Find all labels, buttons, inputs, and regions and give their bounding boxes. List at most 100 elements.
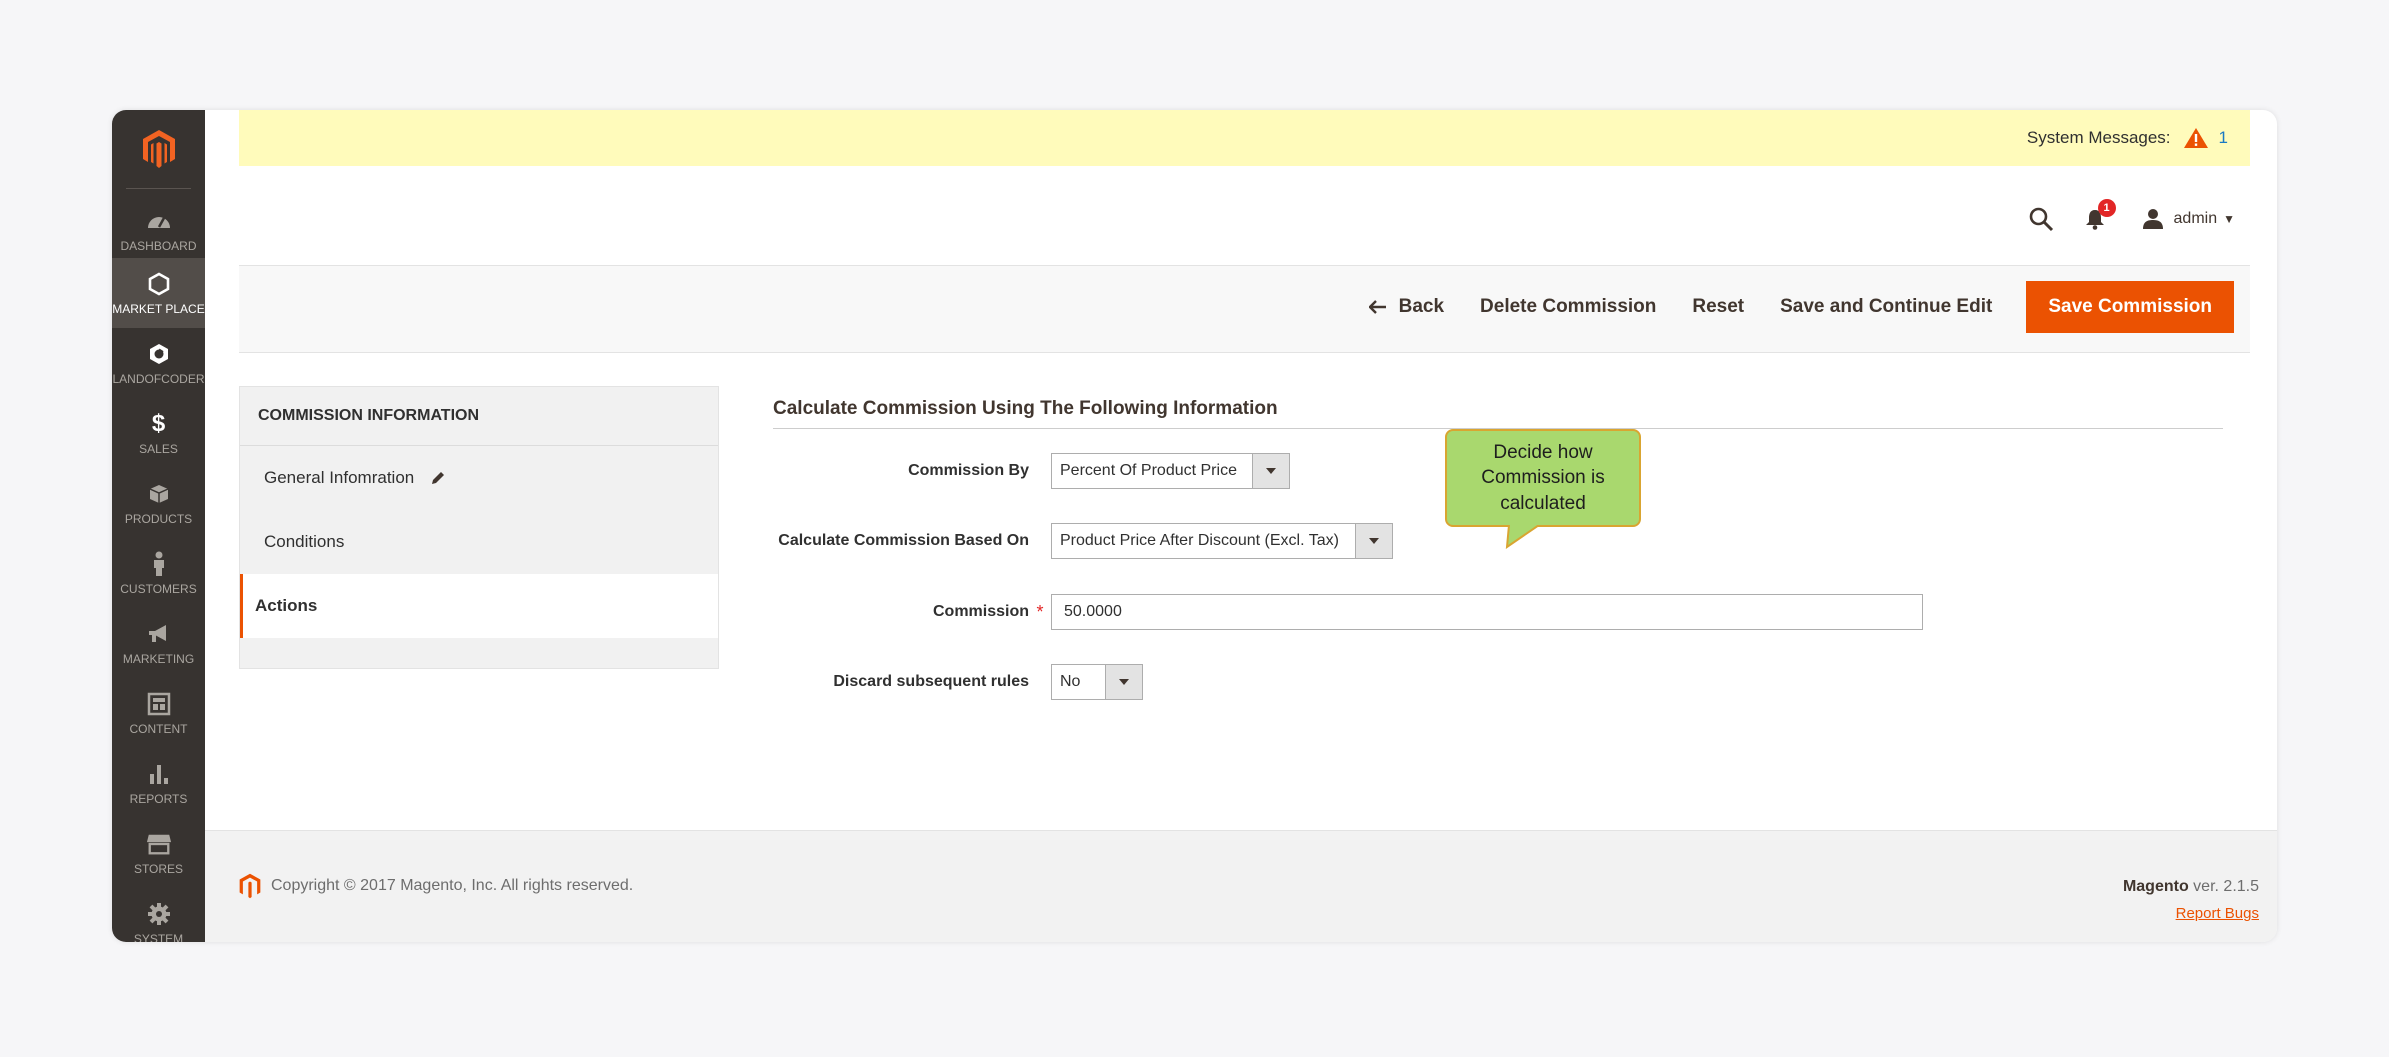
page-actions: Back Delete Commission Reset Save and Co…	[1351, 281, 2234, 333]
select-value: Percent Of Product Price	[1060, 462, 1237, 479]
tab-general-information[interactable]: General Infomration	[240, 446, 718, 510]
magento-logo[interactable]	[112, 110, 205, 188]
main-content: System Messages: 1 1 admin ▼ Back Delete…	[205, 110, 2277, 942]
report-bugs-link[interactable]: Report Bugs	[2176, 905, 2259, 922]
page-actions-bar: Back Delete Commission Reset Save and Co…	[239, 265, 2250, 353]
magento-footer-logo-icon	[239, 873, 261, 899]
callout-text: Decide how Commission is calculated	[1481, 441, 1605, 514]
tab-conditions[interactable]: Conditions	[240, 510, 718, 574]
bar-chart-icon	[146, 761, 172, 787]
sidebar-item-label: REPORTS	[129, 791, 188, 806]
commission-tabs: COMMISSION INFORMATION General Infomrati…	[239, 386, 719, 669]
select-value: Product Price After Discount (Excl. Tax)	[1060, 532, 1339, 549]
based-on-label: Calculate Commission Based On	[778, 532, 1029, 549]
sidebar-item-marketing[interactable]: MARKETING	[112, 608, 205, 678]
search-icon[interactable]	[2028, 206, 2054, 232]
header-tools: 1 admin ▼	[2028, 199, 2235, 236]
sidebar-item-label: CUSTOMERS	[120, 581, 197, 596]
commission-by-row: Commission By Percent Of Product Price	[773, 452, 1290, 490]
landofcoder-icon	[146, 341, 172, 367]
sidebar-item-dashboard[interactable]: DASHBOARD	[112, 195, 205, 265]
back-label: Back	[1398, 296, 1445, 317]
annotation-callout: Decide how Commission is calculated	[1445, 429, 1641, 527]
discard-rules-select[interactable]: No	[1051, 664, 1143, 700]
gear-icon	[146, 901, 172, 927]
sidebar-item-customers[interactable]: CUSTOMERS	[112, 538, 205, 608]
chevron-down-icon	[1355, 524, 1392, 558]
tab-label: Conditions	[264, 532, 345, 551]
sidebar-item-system[interactable]: SYSTEM	[112, 888, 205, 942]
commission-row: Commission *	[773, 593, 1923, 631]
discard-rules-row: Discard subsequent rules No	[773, 663, 1143, 701]
pencil-icon	[430, 470, 446, 486]
chevron-down-icon: ▼	[2223, 212, 2235, 226]
page-footer: Copyright © 2017 Magento, Inc. All right…	[205, 830, 2277, 942]
required-asterisk: *	[1036, 601, 1044, 622]
system-messages-bar[interactable]: System Messages: 1	[239, 110, 2250, 166]
commission-actions-form: Calculate Commission Using The Following…	[773, 380, 2223, 700]
sidebar-item-label: PRODUCTS	[124, 511, 193, 526]
sidebar-item-label: LANDOFCODER	[112, 371, 205, 386]
notification-badge: 1	[2097, 199, 2116, 217]
version-text: ver. 2.1.5	[2188, 878, 2259, 895]
notifications-button[interactable]: 1	[2084, 199, 2116, 230]
dashboard-icon	[146, 208, 172, 234]
sidebar-divider	[126, 188, 191, 189]
save-continue-button[interactable]: Save and Continue Edit	[1762, 281, 2010, 333]
fieldset-title: Calculate Commission Using The Following…	[773, 380, 2223, 429]
sidebar-item-products[interactable]: PRODUCTS	[112, 468, 205, 538]
system-messages-label: System Messages:	[2026, 128, 2171, 147]
based-on-row: Calculate Commission Based On Product Pr…	[773, 522, 1393, 560]
admin-user-menu[interactable]: admin ▼	[2142, 208, 2235, 230]
back-button[interactable]: Back	[1351, 281, 1462, 333]
chevron-down-icon	[1252, 454, 1289, 488]
copyright: Copyright © 2017 Magento, Inc. All right…	[239, 873, 633, 899]
sidebar: DASHBOARD MARKET PLACE LANDOFCODER $ SAL…	[112, 110, 205, 942]
sidebar-item-label: CONTENT	[129, 721, 188, 736]
discard-rules-label: Discard subsequent rules	[833, 673, 1029, 690]
admin-window: DASHBOARD MARKET PLACE LANDOFCODER $ SAL…	[112, 110, 2277, 942]
sidebar-item-label: MARKETING	[122, 651, 195, 666]
tabs-title: COMMISSION INFORMATION	[240, 387, 718, 446]
sidebar-item-label: STORES	[133, 861, 184, 876]
layout-icon	[146, 691, 172, 717]
select-value: No	[1060, 673, 1081, 690]
sidebar-item-sales[interactable]: $ SALES	[112, 398, 205, 468]
sidebar-item-label: DASHBOARD	[120, 238, 197, 253]
warning-icon	[2183, 127, 2209, 149]
sidebar-item-reports[interactable]: REPORTS	[112, 748, 205, 818]
based-on-select[interactable]: Product Price After Discount (Excl. Tax)	[1051, 523, 1393, 559]
sidebar-item-label: SYSTEM	[133, 931, 184, 943]
commission-input[interactable]	[1051, 594, 1923, 630]
delete-commission-button[interactable]: Delete Commission	[1462, 281, 1674, 333]
tab-actions[interactable]: Actions	[240, 574, 718, 638]
chevron-down-icon	[1105, 665, 1142, 699]
commission-by-select[interactable]: Percent Of Product Price	[1051, 453, 1290, 489]
brand-name: Magento	[2122, 878, 2189, 895]
tab-label: General Infomration	[264, 468, 415, 487]
sidebar-item-stores[interactable]: STORES	[112, 818, 205, 888]
reset-button[interactable]: Reset	[1674, 281, 1762, 333]
storefront-icon	[146, 831, 172, 857]
person-icon	[146, 551, 172, 577]
save-commission-button[interactable]: Save Commission	[2026, 281, 2234, 333]
commission-label: Commission	[932, 603, 1029, 620]
sidebar-item-content[interactable]: CONTENT	[112, 678, 205, 748]
magento-logo-icon	[142, 130, 175, 168]
version-info: Magento ver. 2.1.5 Report Bugs	[2123, 873, 2259, 927]
hexagon-icon	[146, 271, 172, 297]
commission-by-label: Commission By	[908, 462, 1029, 479]
sidebar-item-label: SALES	[139, 441, 178, 456]
dollar-icon: $	[151, 409, 166, 437]
sidebar-item-landofcoder[interactable]: LANDOFCODER	[112, 328, 205, 398]
system-messages-count[interactable]: 1	[2219, 128, 2228, 148]
sidebar-item-market-place[interactable]: MARKET PLACE	[112, 258, 205, 328]
box-icon	[146, 481, 172, 507]
admin-username: admin	[2173, 210, 2218, 227]
copyright-text: Copyright © 2017 Magento, Inc. All right…	[271, 877, 634, 894]
arrow-left-icon	[1368, 300, 1387, 314]
tab-label: Actions	[255, 596, 318, 615]
user-icon	[2142, 209, 2163, 229]
megaphone-icon	[146, 621, 172, 647]
sidebar-item-label: MARKET PLACE	[112, 301, 205, 316]
